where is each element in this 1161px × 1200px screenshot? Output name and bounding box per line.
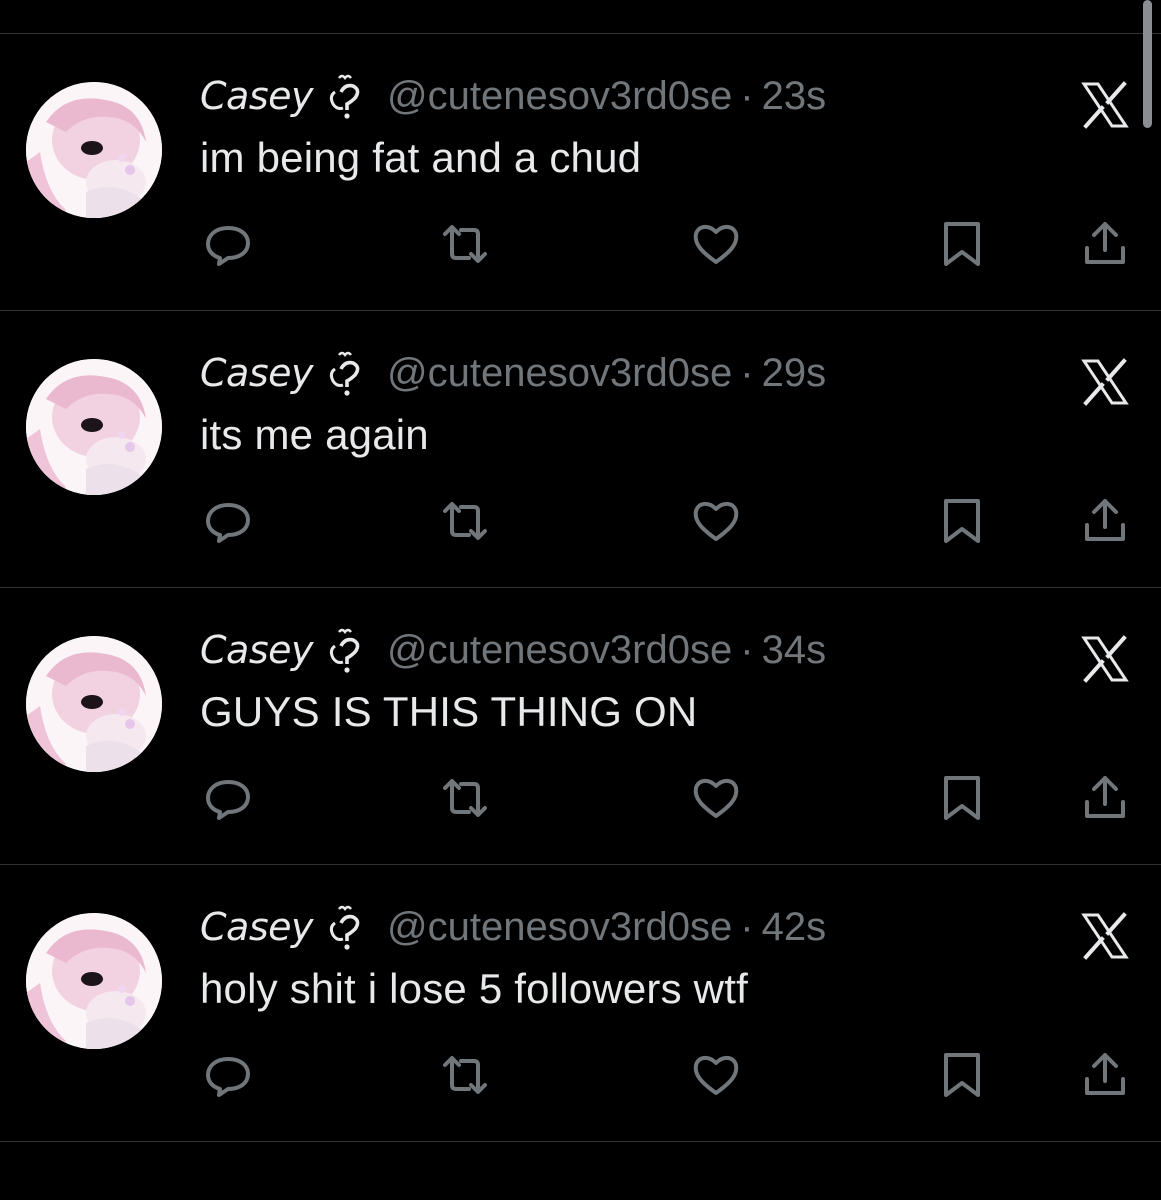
grok-x-icon[interactable] — [1078, 909, 1132, 963]
retweet-icon[interactable] — [439, 218, 491, 270]
tweet-header: Casey @cutenesov3rd0se · 23s — [200, 70, 826, 122]
grok-x-icon[interactable] — [1078, 78, 1132, 132]
tweet-header: Casey @cutenesov3rd0se · 42s — [200, 901, 826, 953]
retweet-icon[interactable] — [439, 772, 491, 824]
tweet[interactable]: Casey @cutenesov3rd0se · 42s holy shit i… — [0, 865, 1161, 1142]
heart-question-emoji-icon — [321, 901, 373, 953]
tweet-text: holy shit i lose 5 followers wtf — [200, 965, 748, 1012]
tweet-header: Casey @cutenesov3rd0se · 29s — [200, 347, 826, 399]
timeline-feed: Casey @cutenesov3rd0se · 23s im being fa… — [0, 0, 1161, 1200]
reply-icon[interactable] — [202, 495, 254, 547]
retweet-icon[interactable] — [439, 495, 491, 547]
user-handle[interactable]: @cutenesov3rd0se — [387, 351, 732, 396]
display-name[interactable]: Casey — [200, 74, 313, 118]
timestamp[interactable]: 23s — [762, 74, 827, 119]
avatar-image — [26, 359, 162, 495]
tweet-text: its me again — [200, 411, 429, 458]
heart-icon[interactable] — [690, 1049, 742, 1101]
tweet-text: GUYS IS THIS THING ON — [200, 688, 698, 735]
separator-dot: · — [740, 73, 754, 118]
avatar[interactable] — [26, 359, 162, 495]
avatar-image — [26, 82, 162, 218]
share-icon[interactable] — [1079, 772, 1131, 824]
timestamp[interactable]: 42s — [762, 905, 827, 950]
bookmark-icon[interactable] — [936, 772, 988, 824]
heart-icon[interactable] — [690, 772, 742, 824]
reply-icon[interactable] — [202, 218, 254, 270]
scrollbar[interactable] — [1143, 0, 1152, 128]
next-tweet-edge — [0, 1142, 1161, 1200]
bookmark-icon[interactable] — [936, 495, 988, 547]
grok-x-icon[interactable] — [1078, 355, 1132, 409]
reply-icon[interactable] — [202, 1049, 254, 1101]
tweet-header: Casey @cutenesov3rd0se · 34s — [200, 624, 826, 676]
separator-dot: · — [740, 904, 754, 949]
heart-icon[interactable] — [690, 495, 742, 547]
reply-icon[interactable] — [202, 772, 254, 824]
user-handle[interactable]: @cutenesov3rd0se — [387, 905, 732, 950]
timestamp[interactable]: 34s — [762, 628, 827, 673]
retweet-icon[interactable] — [439, 1049, 491, 1101]
top-divider — [0, 0, 1161, 34]
avatar-image — [26, 636, 162, 772]
share-icon[interactable] — [1079, 495, 1131, 547]
heart-question-emoji-icon — [321, 70, 373, 122]
tweet-text: im being fat and a chud — [200, 134, 642, 181]
avatar[interactable] — [26, 913, 162, 1049]
display-name[interactable]: Casey — [200, 351, 313, 395]
heart-question-emoji-icon — [321, 347, 373, 399]
timestamp[interactable]: 29s — [762, 351, 827, 396]
avatar[interactable] — [26, 82, 162, 218]
grok-x-icon[interactable] — [1078, 632, 1132, 686]
bookmark-icon[interactable] — [936, 1049, 988, 1101]
separator-dot: · — [740, 350, 754, 395]
separator-dot: · — [740, 627, 754, 672]
user-handle[interactable]: @cutenesov3rd0se — [387, 628, 732, 673]
user-handle[interactable]: @cutenesov3rd0se — [387, 74, 732, 119]
heart-question-emoji-icon — [321, 624, 373, 676]
bookmark-icon[interactable] — [936, 218, 988, 270]
tweet[interactable]: Casey @cutenesov3rd0se · 34s GUYS IS THI… — [0, 588, 1161, 865]
share-icon[interactable] — [1079, 218, 1131, 270]
share-icon[interactable] — [1079, 1049, 1131, 1101]
tweet[interactable]: Casey @cutenesov3rd0se · 23s im being fa… — [0, 34, 1161, 311]
tweet[interactable]: Casey @cutenesov3rd0se · 29s its me agai… — [0, 311, 1161, 588]
avatar[interactable] — [26, 636, 162, 772]
display-name[interactable]: Casey — [200, 905, 313, 949]
avatar-image — [26, 913, 162, 1049]
display-name[interactable]: Casey — [200, 628, 313, 672]
heart-icon[interactable] — [690, 218, 742, 270]
